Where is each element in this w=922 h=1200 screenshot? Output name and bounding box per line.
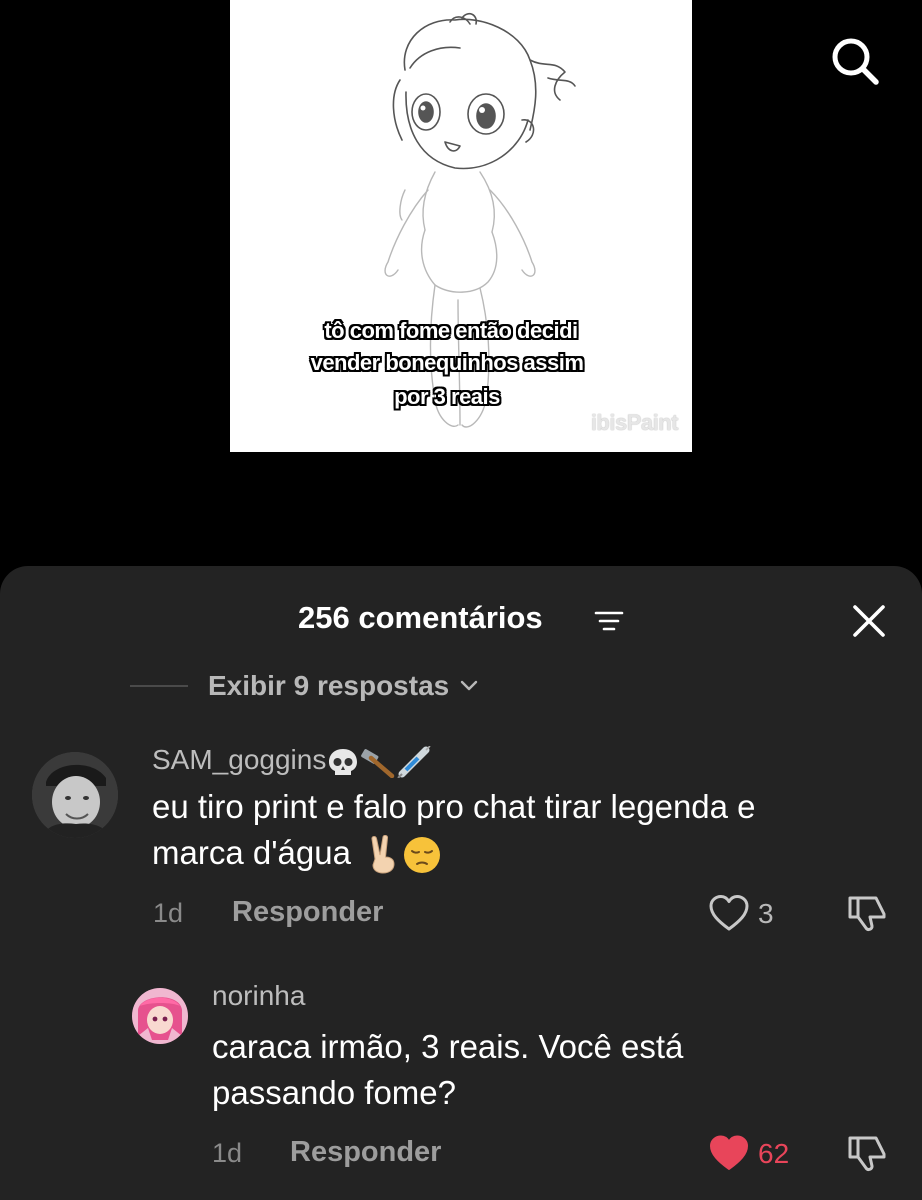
- comment-time: 1d: [153, 898, 184, 928]
- video-player[interactable]: tô com fome então decidi vender bonequin…: [0, 0, 922, 566]
- comment-text-line-1: caraca irmão, 3 reais. Você está: [212, 1028, 684, 1065]
- syringe-emoji-icon: [397, 745, 431, 778]
- pensive-face-emoji-icon: [404, 837, 441, 874]
- comment-text-line-2: passando fome?: [212, 1074, 457, 1111]
- close-icon: [853, 605, 885, 637]
- avatar[interactable]: [132, 988, 188, 1044]
- sort-filter-button[interactable]: [594, 610, 624, 632]
- comment-count-title: 256 comentários: [298, 600, 543, 635]
- like-button[interactable]: [708, 1134, 750, 1172]
- like-button[interactable]: [708, 894, 750, 932]
- dislike-button[interactable]: [846, 1132, 888, 1174]
- like-count: 3: [758, 898, 774, 929]
- comment-text: eu tiro print e falo pro chat tirar lege…: [152, 784, 756, 876]
- replies-divider: [130, 685, 188, 687]
- comments-header: 256 comentários: [0, 566, 922, 676]
- comment-text-line-1: eu tiro print e falo pro chat tirar lege…: [152, 788, 756, 825]
- comment-item: SAM_goggins eu tiro print e falo pro cha…: [0, 736, 922, 956]
- search-icon: [832, 38, 879, 85]
- view-replies-label: Exibir 9 respostas: [208, 670, 450, 701]
- reply-button[interactable]: Responder: [232, 896, 383, 929]
- close-comments-button[interactable]: [848, 600, 890, 642]
- dislike-button[interactable]: [846, 892, 888, 934]
- caption-line-1: tô com fome então decidi: [324, 318, 578, 343]
- reply-button[interactable]: Responder: [290, 1136, 441, 1169]
- victory-hand-emoji-icon: [371, 835, 395, 874]
- comment-username[interactable]: norinha: [212, 980, 305, 1012]
- caption-line-3: por 3 reais: [394, 384, 500, 409]
- comment-time: 1d: [212, 1138, 243, 1168]
- thumbs-down-icon: [848, 1136, 886, 1171]
- avatar[interactable]: [32, 752, 118, 838]
- ibispaint-watermark: ibisPaint: [590, 410, 679, 435]
- avatar-photo: [32, 752, 118, 838]
- hammer-emoji-icon: [361, 748, 395, 778]
- comment-text: caraca irmão, 3 reais. Você está passand…: [212, 1024, 683, 1116]
- avatar-drawing: [132, 988, 188, 1044]
- comment-text-line-2-wrap: marca d'água: [152, 830, 756, 876]
- skull-emoji-icon: [329, 748, 358, 775]
- username-text: SAM_goggins: [152, 744, 327, 775]
- heart-filled-icon: [710, 1135, 748, 1170]
- like-count: 62: [758, 1138, 790, 1169]
- comment-username[interactable]: SAM_goggins: [152, 744, 432, 778]
- chevron-down-icon: [461, 680, 478, 691]
- filter-icon: [594, 611, 624, 631]
- tiktok-screen: tô com fome então decidi vender bonequin…: [0, 0, 922, 1200]
- video-frame[interactable]: tô com fome então decidi vender bonequin…: [230, 0, 692, 452]
- search-button[interactable]: [826, 32, 884, 90]
- comment-text-line-2: marca d'água: [152, 834, 351, 871]
- comments-sheet: 256 comentários Exibir 9 respostas SAM_g…: [0, 566, 922, 1200]
- thumbs-down-icon: [848, 896, 886, 931]
- caption-line-2: vender bonequinhos assim: [310, 350, 584, 375]
- comment-item: norinha caraca irmão, 3 reais. Você está…: [0, 978, 922, 1198]
- view-replies-button[interactable]: Exibir 9 respostas: [130, 666, 479, 706]
- heart-outline-icon: [709, 895, 749, 931]
